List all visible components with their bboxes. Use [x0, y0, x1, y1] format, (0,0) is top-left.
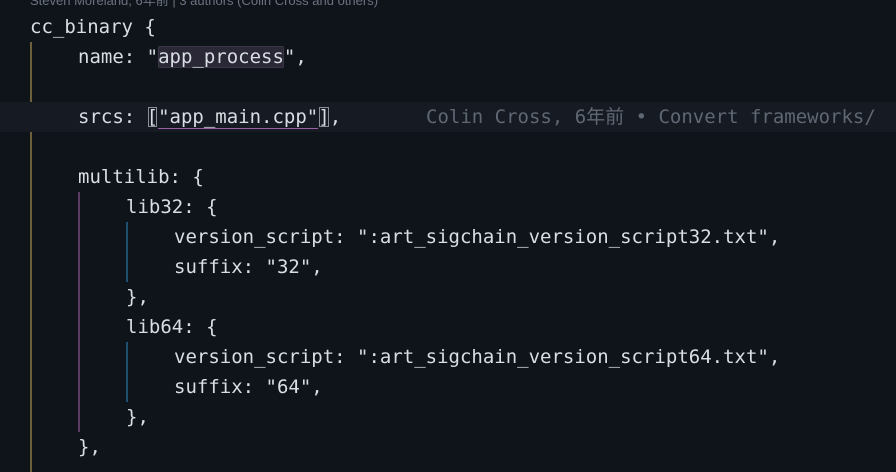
code-text: suffix: "64", — [174, 376, 323, 398]
selection-highlight: app_process — [158, 46, 284, 68]
code-text: version_script: ":art_sigchain_version_s… — [174, 346, 781, 368]
code-text: name: " — [78, 46, 159, 68]
code-line[interactable]: }, — [0, 432, 896, 462]
code-line[interactable]: suffix: "32", — [0, 252, 896, 282]
code-text: }, — [126, 406, 149, 428]
bracket-match: ] — [318, 106, 330, 128]
code-line[interactable]: name: "app_process", — [0, 42, 896, 72]
code-line[interactable]: version_script: ":art_sigchain_version_s… — [0, 342, 896, 372]
code-editor[interactable]: Steven Moreland, 6年前 | 3 authors (Colin … — [0, 0, 896, 472]
codelens-blame-header[interactable]: Steven Moreland, 6年前 | 3 authors (Colin … — [30, 0, 378, 10]
code-text: ", — [283, 46, 307, 68]
code-text: lib64: { — [126, 316, 218, 338]
code-line[interactable]: lib32: { — [0, 192, 896, 222]
code-text: suffix: "32", — [174, 256, 323, 278]
inline-blame-annotation[interactable]: Colin Cross, 6年前 • Convert frameworks/ — [426, 102, 876, 132]
code-line[interactable]: suffix: "64", — [0, 372, 896, 402]
code-text: }, — [126, 286, 149, 308]
code-line[interactable]: }, — [0, 282, 896, 312]
code-text: }, — [78, 436, 101, 458]
bracket-match: [ — [146, 106, 159, 128]
code-text: , — [329, 106, 342, 128]
current-code-line[interactable]: srcs: ["app_main.cpp"], Colin Cross, 6年前… — [0, 102, 896, 132]
code-text: srcs: — [78, 106, 147, 128]
string-literal: "app_main.cpp" — [158, 106, 319, 129]
code-text: cc_binary { — [30, 16, 156, 38]
code-line[interactable]: cc_binary { — [0, 12, 896, 42]
code-line[interactable]: multilib: { — [0, 162, 896, 192]
code-line[interactable]: version_script: ":art_sigchain_version_s… — [0, 222, 896, 252]
code-text: lib32: { — [126, 196, 218, 218]
code-text: version_script: ":art_sigchain_version_s… — [174, 226, 781, 248]
code-line[interactable]: lib64: { — [0, 312, 896, 342]
code-text: multilib: { — [78, 166, 204, 188]
code-line[interactable]: }, — [0, 402, 896, 432]
